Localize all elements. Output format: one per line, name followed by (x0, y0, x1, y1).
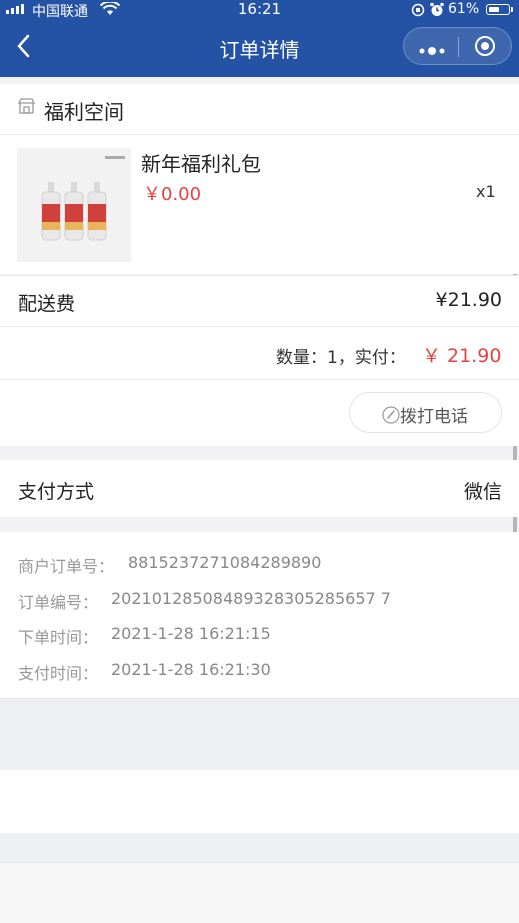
capsule-divider (458, 37, 459, 57)
orientation-lock-icon (411, 3, 425, 17)
alarm-icon (430, 2, 444, 16)
spacer (0, 833, 519, 862)
battery-level (489, 7, 499, 12)
call-button[interactable]: 拨打电话 (349, 392, 502, 433)
product-quantity: x1 (476, 182, 496, 201)
product-price: ￥0.00 (143, 184, 202, 205)
mini-program-capsule (403, 27, 512, 65)
merchant-order-label: 商户订单号： (18, 557, 115, 576)
payment-value: 微信 (463, 481, 502, 503)
product-name[interactable]: 新年福利礼包 (141, 148, 261, 177)
shipping-label: 配送费 (18, 293, 76, 315)
summary-quantity: 数量：1，实付： (276, 348, 406, 368)
battery-nub (511, 7, 513, 12)
empty-panel (0, 770, 519, 833)
order-number-value: 20210128508489328305285657 7 (111, 589, 391, 608)
header-bar: 中国联通 16:21 61% 订单详情 (0, 0, 519, 77)
target-circle-icon[interactable] (475, 36, 495, 56)
status-bar: 中国联通 16:21 61% (0, 0, 519, 20)
shipping-value: ¥21.90 (435, 289, 502, 311)
order-time-label: 下单时间： (18, 628, 99, 647)
store-name: 福利空间 (44, 100, 124, 124)
product-image[interactable] (17, 148, 131, 262)
summary-amount: ￥ 21.90 (422, 345, 502, 367)
battery-percent: 61% (448, 1, 480, 17)
divider (0, 134, 519, 135)
order-number-label: 订单编号： (18, 593, 99, 612)
spacer (0, 699, 519, 770)
call-button-content: 拨打电话 (382, 402, 468, 427)
battery-icon (486, 4, 510, 15)
pay-time-value: 2021-1-28 16:21:30 (111, 660, 271, 679)
empty-panel (0, 863, 519, 923)
store-icon (18, 98, 35, 114)
payment-label: 支付方式 (18, 481, 95, 503)
order-time-value: 2021-1-28 16:21:15 (111, 624, 271, 643)
phone-icon (382, 405, 400, 424)
more-dots-icon[interactable] (418, 41, 446, 55)
pay-time-label: 支付时间： (18, 664, 99, 683)
merchant-order-value: 8815237271084289890 (128, 553, 322, 572)
call-button-label: 拨打电话 (400, 407, 468, 427)
